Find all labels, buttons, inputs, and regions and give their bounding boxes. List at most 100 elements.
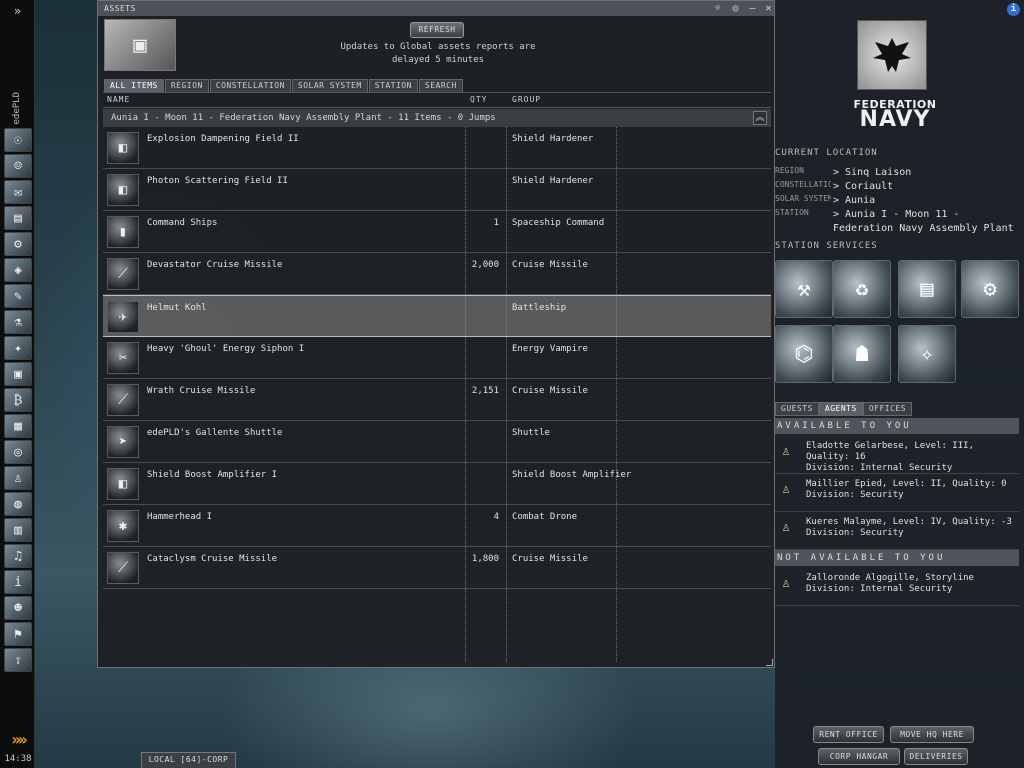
factory-icon[interactable]: ⚙ — [961, 260, 1019, 318]
asset-group: Battleship — [512, 303, 567, 313]
mail-icon[interactable]: ✉ — [4, 180, 32, 204]
tab-solar-system[interactable]: SOLAR SYSTEM — [291, 79, 368, 93]
help-lifebuoy-icon[interactable]: ◎ — [4, 440, 32, 464]
asset-row[interactable]: ✱ Hammerhead I 4 Combat Drone — [103, 505, 771, 547]
asset-row[interactable]: ◧ Explosion Dampening Field II Shield Hard… — [103, 127, 771, 169]
undock-icon[interactable]: ⇪ — [4, 648, 32, 672]
deliveries-button[interactable]: DELIVERIES — [904, 748, 968, 765]
agents-icon[interactable]: ♙ — [4, 466, 32, 490]
close-icon[interactable]: ✕ — [762, 2, 775, 15]
asset-row[interactable]: ✂ Heavy 'Ghoul' Energy Siphon I Energy Vam… — [103, 337, 771, 379]
agent-division: Division: Security — [806, 528, 904, 538]
tab-guests[interactable]: GUESTS — [775, 402, 819, 416]
assets-icon[interactable]: ▣ — [4, 362, 32, 386]
pilot-name-label: edePLD — [12, 91, 22, 125]
move-hq-button[interactable]: MOVE HQ HERE — [890, 726, 974, 743]
local-chat-tab[interactable]: LOCAL [64]-CORP — [141, 752, 236, 768]
agent-row[interactable]: ♙ Zalloronde Algogille, Storyline Division… — [775, 568, 1019, 606]
tab-offices[interactable]: OFFICES — [862, 402, 913, 416]
science-icon[interactable]: ⚗ — [4, 310, 32, 334]
tab-station[interactable]: STATION — [368, 79, 418, 93]
asset-name: Devastator Cruise Missile — [147, 260, 283, 270]
audio-icon[interactable]: ♫ — [4, 544, 32, 568]
refresh-button[interactable]: REFRESH — [410, 22, 464, 38]
market-icon[interactable]: ₿ — [4, 388, 32, 412]
repair-shop-icon[interactable]: ⚒ — [775, 260, 833, 318]
not-available-header: NOT AVAILABLE TO YOU — [775, 550, 1019, 566]
location-key: STATION — [775, 208, 809, 217]
calculator-icon[interactable]: ▦ — [4, 414, 32, 438]
autopilot-icon[interactable]: »» — [4, 730, 32, 750]
info-icon[interactable]: i — [4, 570, 32, 594]
people-icon[interactable]: ☺ — [4, 154, 32, 178]
agent-name: Maillier Epied, Level: II, Quality: 0 — [806, 479, 1007, 489]
asset-row[interactable]: ⟋ Wrath Cruise Missile 2,151 Cruise Missile — [103, 379, 771, 421]
asset-row[interactable]: ✈ Helmut Kohl Battleship — [103, 295, 771, 337]
assets-hero-icon: ▣ — [104, 19, 176, 71]
settings-icon[interactable]: ☼ — [711, 2, 724, 15]
asset-qty: 4 — [493, 512, 499, 522]
assets-titlebar[interactable]: ASSETS — [98, 1, 774, 16]
info-icon[interactable]: i — [1007, 3, 1020, 16]
fitting-icon[interactable]: ⚙ — [4, 232, 32, 256]
battleship-icon: ✈ — [107, 301, 139, 333]
agent-row[interactable]: ♙ Maillier Epied, Level: II, Quality: 0 Di… — [775, 474, 1019, 512]
tab-region[interactable]: REGION — [164, 79, 209, 93]
neocom-sidebar: » edePLD ☉ ☺ ✉ ▤ ⚙ ◈ ✎ ⚗ ✦ ▣ ₿ ▦ ◎ ♙ ◍ ▥ ♫ i ☻ ⚑ ⇪ »» 14:38 — [0, 0, 35, 768]
portrait-icon[interactable]: ☻ — [4, 596, 32, 620]
news-icon[interactable]: ▥ — [4, 518, 32, 542]
asset-row[interactable]: ◧ Photon Scattering Field II Shield Harden… — [103, 169, 771, 211]
notepad-icon[interactable]: ▤ — [4, 206, 32, 230]
asset-row[interactable]: ⟋ Cataclysm Cruise Missile 1,800 Cruise Mis… — [103, 547, 771, 589]
location-key: SOLAR SYSTEM — [775, 194, 831, 203]
location-value[interactable]: > Sinq Laison — [833, 166, 1018, 180]
journal-icon[interactable]: ✎ — [4, 284, 32, 308]
column-qty[interactable]: QTY — [470, 93, 487, 107]
fleet-icon[interactable]: ⚑ — [4, 622, 32, 646]
asset-name: Wrath Cruise Missile — [147, 386, 256, 396]
asset-row[interactable]: ⟋ Devastator Cruise Missile 2,000 Cruise Mi… — [103, 253, 771, 295]
fitting-service-icon[interactable]: ✧ — [898, 325, 956, 383]
tab-constellation[interactable]: CONSTELLATION — [209, 79, 291, 93]
asset-group: Combat Drone — [512, 512, 578, 522]
minimize-icon[interactable]: – — [746, 2, 759, 15]
ship-icon[interactable]: ✦ — [4, 336, 32, 360]
asset-name: Explosion Dampening Field II — [147, 134, 299, 144]
column-name[interactable]: NAME — [107, 93, 130, 107]
map-icon[interactable]: ◈ — [4, 258, 32, 282]
agent-name: Kueres Malayme, Level: IV, Quality: -3 — [806, 517, 1012, 527]
column-headers: NAME QTY GROUP — [103, 92, 771, 108]
browser-icon[interactable]: ◍ — [4, 492, 32, 516]
corp-hangar-button[interactable]: CORP HANGAR — [818, 748, 900, 765]
reprocessing-plant-icon[interactable]: ♻ — [833, 260, 891, 318]
agent-row[interactable]: ♙ Eladotte Gelarbese, Level: III, Quality… — [775, 436, 1019, 474]
location-value[interactable]: > Coriault — [833, 180, 1018, 194]
column-group[interactable]: GROUP — [512, 93, 541, 107]
laboratory-icon[interactable]: ⌬ — [775, 325, 833, 383]
station-location-header[interactable]: Aunia I - Moon 11 - Federation Navy Asse… — [103, 109, 771, 127]
character-sheet-icon[interactable]: ☉ — [4, 128, 32, 152]
asset-row[interactable]: ◧ Shield Boost Amplifier I Shield Boost Am… — [103, 463, 771, 505]
agent-row[interactable]: ♙ Kueres Malayme, Level: IV, Quality: -3 D… — [775, 512, 1019, 550]
eve-clock: 14:38 — [4, 754, 32, 764]
location-constellation: CONSTELLATION > Coriault — [775, 180, 1024, 194]
asset-row[interactable]: ➤ edePLD's Gallente Shuttle Shuttle — [103, 421, 771, 463]
clone-bay-icon[interactable]: ☗ — [833, 325, 891, 383]
resize-grip[interactable] — [766, 659, 773, 666]
assets-tabs: ALL ITEMS REGION CONSTELLATION SOLAR SYSTEM… — [104, 73, 464, 93]
tab-agents[interactable]: AGENTS — [818, 402, 863, 416]
pilot-name[interactable]: edePLD — [2, 90, 32, 126]
location-value[interactable]: > Aunia I - Moon 11 - Federation Navy As… — [833, 208, 1018, 236]
agent-icon: ♙ — [782, 520, 790, 535]
rent-office-button[interactable]: RENT OFFICE — [813, 726, 884, 743]
expand-icon[interactable]: » — [0, 4, 35, 24]
collapse-icon[interactable]: ︽ — [753, 111, 767, 125]
location-value[interactable]: > Aunia — [833, 194, 1018, 208]
pin-icon[interactable]: ◎ — [729, 2, 742, 15]
tab-search[interactable]: SEARCH — [418, 79, 463, 93]
asset-name: Command Ships — [147, 218, 218, 228]
asset-name: Hammerhead I — [147, 512, 213, 522]
market-service-icon[interactable]: ▤ — [898, 260, 956, 318]
asset-row[interactable]: ▮ Command Ships 1 Spaceship Command — [103, 211, 771, 253]
tab-all-items[interactable]: ALL ITEMS — [104, 79, 164, 93]
